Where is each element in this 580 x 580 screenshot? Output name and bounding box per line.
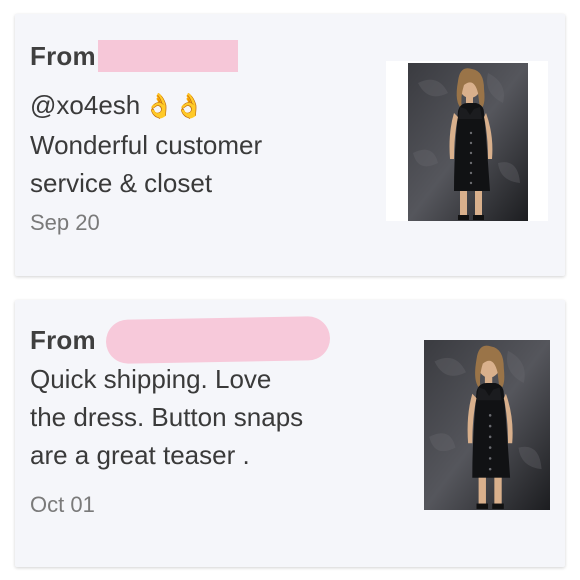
from-label: From bbox=[30, 40, 96, 71]
review-from-row: From bbox=[30, 40, 238, 72]
from-label: From bbox=[30, 324, 96, 355]
review-date: Oct 01 bbox=[30, 492, 95, 517]
review-text: Quick shipping. Love the dress. Button s… bbox=[30, 364, 304, 470]
review-card[interactable]: From @xo4esh 👌👌 Wonderful customer servic… bbox=[15, 14, 565, 276]
dress-model-illustration bbox=[424, 340, 550, 510]
product-photo[interactable] bbox=[408, 63, 528, 221]
review-date: Sep 20 bbox=[30, 210, 100, 235]
product-photo[interactable] bbox=[424, 340, 550, 510]
product-photo-frame[interactable] bbox=[386, 61, 548, 221]
review-handle: @xo4esh bbox=[30, 90, 141, 120]
review-text: @xo4esh 👌👌 Wonderful customer service & c… bbox=[30, 86, 360, 202]
redacted-username bbox=[105, 316, 331, 364]
product-photo-frame[interactable] bbox=[424, 340, 552, 512]
redacted-username bbox=[97, 40, 238, 72]
dress-model-illustration bbox=[408, 63, 528, 221]
review-body: Wonderful customer service & closet bbox=[30, 130, 263, 198]
review-from-row: From bbox=[30, 316, 331, 364]
ok-hand-emoji-icon: 👌👌 bbox=[144, 93, 204, 120]
review-card[interactable]: From Quick shipping. Love the dress. But… bbox=[15, 300, 565, 567]
